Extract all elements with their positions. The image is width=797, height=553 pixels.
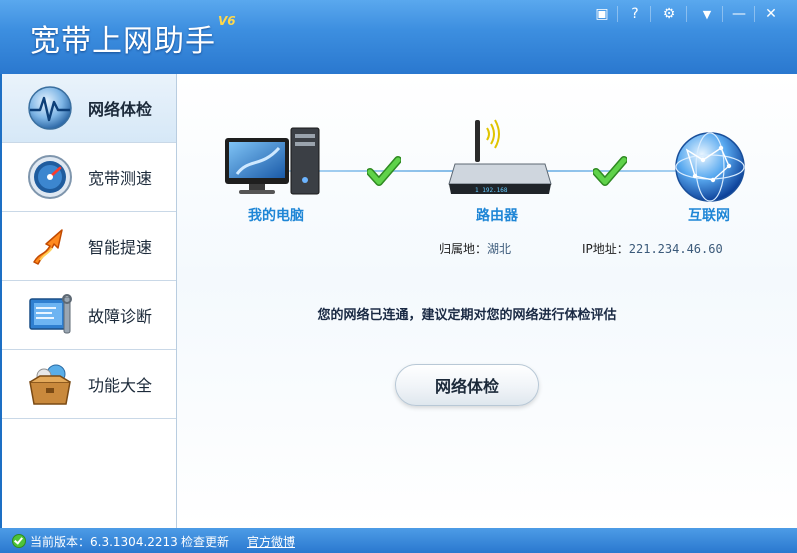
sidebar-item-label: 网络体检 [88, 100, 153, 119]
sidebar: 网络体检 宽带测速 智能提速 故障诊断 功能大全 [2, 74, 177, 528]
sidebar-item-all-features[interactable]: 功能大全 [2, 350, 176, 419]
close-icon[interactable]: ✕ [758, 4, 784, 24]
skin-icon[interactable]: ▣ [589, 4, 615, 24]
heartbeat-globe-icon [28, 86, 72, 130]
location-value: 湖北 [487, 242, 512, 256]
version-value: 6.3.1304.2213 [90, 535, 178, 549]
wrench-screen-icon [29, 294, 72, 334]
sidebar-item-network-check[interactable]: 网络体检 [2, 74, 176, 143]
router-icon: 1 192.168 [448, 119, 552, 194]
rocket-arrow-icon [33, 229, 63, 265]
title-separator [617, 6, 618, 22]
sidebar-item-speed-test[interactable]: 宽带测速 [2, 143, 176, 212]
sidebar-item-label: 宽带测速 [88, 169, 153, 188]
node-label-computer: 我的电脑 [248, 208, 304, 224]
node-label-router: 路由器 [476, 208, 518, 224]
official-weibo-link[interactable]: 官方微博 [247, 533, 295, 550]
title-separator [686, 6, 687, 22]
version-info: 当前版本：6.3.1304.2213 [30, 533, 178, 550]
location-info: 归属地：湖北 [439, 240, 511, 257]
computer-icon [225, 127, 320, 195]
sidebar-item-label: 功能大全 [88, 376, 153, 395]
title-separator [650, 6, 651, 22]
check-update-link[interactable]: 检查更新 [181, 533, 229, 550]
sidebar-item-fault-diagnosis[interactable]: 故障诊断 [2, 281, 176, 350]
app-title: 宽带上网助手 [30, 24, 216, 59]
toolbox-icon [29, 364, 71, 405]
sidebar-item-smart-boost[interactable]: 智能提速 [2, 212, 176, 281]
status-message: 您的网络已连通，建议定期对您的网络进行体检评估 [317, 308, 617, 323]
minimize-icon[interactable]: — [726, 4, 752, 24]
main-panel: 我的电脑 1 192.168 路由器 互联网 归属地：湖北 IP地址：221.2… [177, 74, 797, 528]
status-ok-icon [12, 534, 26, 548]
title-separator [722, 6, 723, 22]
location-label: 归属地： [439, 242, 488, 256]
globe-icon [675, 132, 745, 202]
title-separator [754, 6, 755, 22]
status-bar: 当前版本：6.3.1304.2213 检查更新 官方微博 [0, 528, 797, 553]
menu-icon[interactable]: ▼ [694, 4, 720, 24]
ip-label: IP地址： [582, 242, 629, 256]
network-check-button[interactable]: 网络体检 [395, 364, 539, 406]
app-window: 宽带上网助手 V6 ▣ ? ⚙ ▼ — ✕ 网络体检 宽带测速 智能提速 故障诊… [0, 0, 797, 553]
title-bar[interactable]: 宽带上网助手 V6 ▣ ? ⚙ ▼ — ✕ [0, 0, 797, 74]
ip-info: IP地址：221.234.46.60 [582, 240, 723, 257]
version-label: 当前版本： [30, 535, 91, 549]
version-badge: V6 [218, 14, 236, 28]
sidebar-item-label: 故障诊断 [88, 307, 153, 326]
svg-text:1 192.168: 1 192.168 [475, 187, 508, 194]
node-label-internet: 互联网 [688, 208, 730, 224]
help-icon[interactable]: ? [622, 4, 648, 24]
ip-value: 221.234.46.60 [628, 242, 723, 256]
sidebar-item-label: 智能提速 [88, 238, 153, 257]
settings-icon[interactable]: ⚙ [656, 4, 682, 24]
check-icon [367, 156, 401, 186]
check-icon [593, 156, 627, 186]
speedometer-icon [28, 155, 72, 199]
